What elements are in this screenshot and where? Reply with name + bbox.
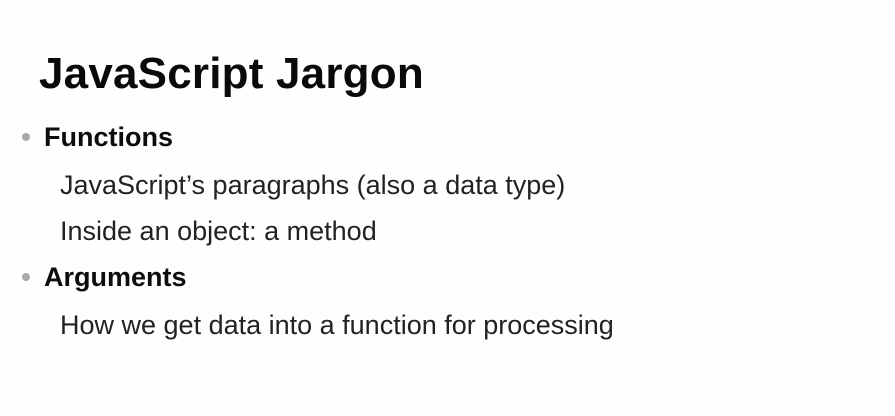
sub-item: Inside an object: a method: [60, 216, 377, 246]
sub-item: How we get data into a function for proc…: [60, 310, 614, 340]
bullet-dot-icon: [22, 273, 30, 281]
bullet-functions: Functions: [22, 119, 173, 155]
bullet-label: Functions: [44, 122, 173, 152]
slide-title: JavaScript Jargon: [39, 49, 424, 98]
bullet-arguments: Arguments: [22, 259, 187, 295]
bullet-label: Arguments: [44, 262, 187, 292]
bullet-dot-icon: [22, 133, 30, 141]
slide: JavaScript Jargon Functions JavaScript’s…: [0, 0, 895, 416]
sub-item: JavaScript’s paragraphs (also a data typ…: [60, 170, 566, 200]
